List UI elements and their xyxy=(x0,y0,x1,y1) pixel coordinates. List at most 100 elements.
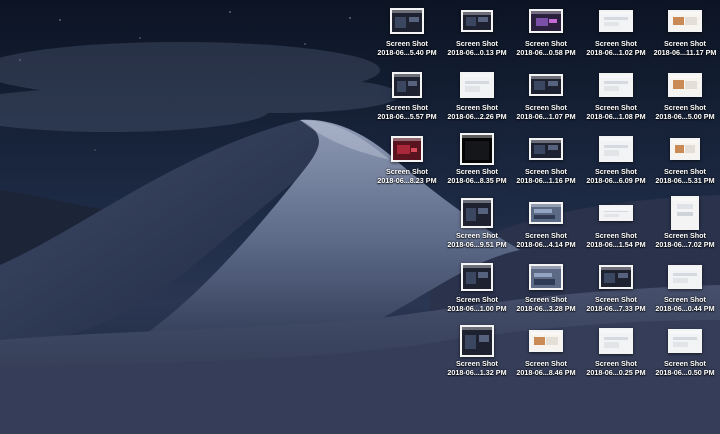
screenshot-thumbnail xyxy=(599,73,633,97)
desktop-file-screenshot[interactable]: Screen Shot 2018-06...5.57 PM xyxy=(371,70,443,130)
file-date-label: 2018-06...5.00 PM xyxy=(655,112,715,121)
desktop-file-screenshot[interactable]: Screen Shot 2018-06...7.33 PM xyxy=(580,262,652,322)
thumbnail-content-block xyxy=(604,21,619,27)
screenshot-thumbnail xyxy=(392,72,422,98)
file-name-label: Screen Shot xyxy=(664,103,706,112)
file-date-label: 2018-06...1.07 PM xyxy=(516,112,576,121)
thumbnail-content-block xyxy=(465,207,476,221)
thumbnail-content-block xyxy=(547,81,558,86)
file-date-label: 2018-06...7.33 PM xyxy=(586,304,646,313)
thumbnail-titlebar xyxy=(601,207,631,210)
thumbnail-content-block xyxy=(676,211,694,216)
desktop-file-screenshot[interactable]: Screen Shot 2018-06...1.54 PM xyxy=(580,198,652,258)
file-date-label: 2018-06...8.23 PM xyxy=(377,176,437,185)
desktop-file-screenshot[interactable]: Screen Shot 2018-06...3.28 PM xyxy=(510,262,582,322)
thumbnail-content-block xyxy=(478,335,489,343)
thumbnail-content-block xyxy=(685,145,696,153)
thumbnail-content-block xyxy=(673,80,684,89)
desktop-file-screenshot[interactable]: Screen Shot 2018-06...1.00 PM xyxy=(441,262,513,322)
thumbnail-content-block xyxy=(604,210,628,213)
thumbnail-content-block xyxy=(408,80,418,87)
desktop-file-screenshot[interactable]: Screen Shot 2018-06...8.35 PM xyxy=(441,133,513,194)
thumbnail-content-block xyxy=(685,17,697,25)
desktop-file-screenshot[interactable]: Screen Shot 2018-06...1.08 PM xyxy=(580,70,652,130)
thumbnail-content-block xyxy=(534,214,555,220)
thumbnail-container xyxy=(649,134,720,164)
file-date-label: 2018-06...0.44 PM xyxy=(655,304,715,313)
desktop-file-screenshot[interactable]: Screen Shot 2018-06...0.58 PM xyxy=(510,6,582,66)
file-name-label: Screen Shot xyxy=(595,167,637,176)
desktop-file-screenshot[interactable]: Screen Shot 2018-06...9.51 PM xyxy=(441,198,513,258)
thumbnail-container xyxy=(510,134,582,164)
thumbnail-content-block xyxy=(673,342,688,347)
screenshot-thumbnail xyxy=(460,72,494,98)
file-date-label: 2018-06...8.35 PM xyxy=(447,176,507,185)
thumbnail-content-block xyxy=(534,336,545,345)
thumbnail-content-block xyxy=(617,273,628,278)
file-date-label: 2018-06...5.40 PM xyxy=(377,48,437,57)
file-name-label: Screen Shot xyxy=(386,167,428,176)
desktop-file-screenshot[interactable]: Screen Shot 2018-06...0.25 PM xyxy=(580,326,652,386)
thumbnail-content-block xyxy=(547,145,558,150)
thumbnail-titlebar xyxy=(601,330,631,333)
thumbnail-content-block xyxy=(465,86,480,92)
desktop-file-screenshot[interactable]: Screen Shot 2018-06...1.16 PM xyxy=(510,134,582,194)
desktop-file-screenshot[interactable]: Screen Shot 2018-06...1.02 PM xyxy=(580,6,652,66)
desktop-file-screenshot[interactable]: Screen Shot 2018-06...4.14 PM xyxy=(510,198,582,258)
thumbnail-titlebar xyxy=(393,138,421,141)
thumbnail-container xyxy=(510,262,582,292)
thumbnail-content-block xyxy=(604,17,628,21)
desktop-file-screenshot[interactable]: Screen Shot 2018-06...1.32 PM xyxy=(441,325,513,386)
thumbnail-container xyxy=(371,134,443,164)
desktop-file-screenshot[interactable]: Screen Shot 2018-06...11.17 PM xyxy=(649,6,720,66)
screenshot-thumbnail xyxy=(668,10,702,32)
thumbnail-container xyxy=(580,6,652,36)
screenshot-thumbnail xyxy=(460,325,494,357)
file-name-label: Screen Shot xyxy=(664,167,706,176)
screenshot-thumbnail xyxy=(529,74,563,96)
screenshot-thumbnail xyxy=(461,198,493,228)
file-name-label: Screen Shot xyxy=(386,103,428,112)
file-date-label: 2018-06...9.51 PM xyxy=(447,240,507,249)
desktop-file-screenshot[interactable]: Screen Shot 2018-06...5.00 PM xyxy=(649,70,720,130)
desktop-file-screenshot[interactable]: Screen Shot 2018-06...8.46 PM xyxy=(510,326,582,386)
desktop-file-screenshot[interactable]: Screen Shot 2018-06...2.26 PM xyxy=(441,70,513,130)
screenshot-thumbnail xyxy=(670,138,700,160)
thumbnail-titlebar xyxy=(463,12,491,15)
desktop-file-screenshot[interactable]: Screen Shot 2018-06...7.02 PM xyxy=(649,196,720,258)
file-date-label: 2018-06...0.58 PM xyxy=(516,48,576,57)
desktop-file-screenshot[interactable]: Screen Shot 2018-06...5.40 PM xyxy=(371,6,443,66)
thumbnail-container xyxy=(441,262,513,292)
thumbnail-content-block xyxy=(673,337,697,340)
file-date-label: 2018-06...11.17 PM xyxy=(653,48,717,57)
thumbnail-titlebar xyxy=(601,267,631,270)
desktop-file-screenshot[interactable]: Screen Shot 2018-06...5.31 PM xyxy=(649,134,720,194)
desktop-file-screenshot[interactable]: Screen Shot 2018-06...6.09 PM xyxy=(580,134,652,194)
thumbnail-content-block xyxy=(673,278,688,283)
desktop-file-screenshot[interactable]: Screen Shot 2018-06...0.50 PM xyxy=(649,326,720,386)
file-date-label: 2018-06...8.46 PM xyxy=(516,368,576,377)
desktop-file-screenshot[interactable]: Screen Shot 2018-06...0.13 PM xyxy=(441,6,513,66)
thumbnail-content-block xyxy=(604,342,619,348)
thumbnail-titlebar xyxy=(672,140,698,143)
screenshot-thumbnail xyxy=(668,265,702,289)
screenshot-thumbnail xyxy=(668,73,702,97)
file-date-label: 2018-06...0.13 PM xyxy=(447,48,507,57)
thumbnail-content-block xyxy=(549,19,557,23)
thumbnail-container xyxy=(580,70,652,100)
thumbnail-titlebar xyxy=(462,327,492,330)
desktop-file-screenshot[interactable]: Screen Shot 2018-06...1.07 PM xyxy=(510,70,582,130)
thumbnail-content-block xyxy=(604,150,619,156)
thumbnail-content-block xyxy=(604,81,628,84)
thumbnail-content-block xyxy=(397,144,410,155)
file-name-label: Screen Shot xyxy=(664,295,706,304)
file-date-label: 2018-06...1.32 PM xyxy=(447,368,507,377)
thumbnail-content-block xyxy=(534,272,552,277)
desktop-file-screenshot[interactable]: Screen Shot 2018-06...0.44 PM xyxy=(649,262,720,322)
file-name-label: Screen Shot xyxy=(595,39,637,48)
thumbnail-container xyxy=(580,262,652,292)
desktop-file-screenshot[interactable]: Screen Shot 2018-06...8.23 PM xyxy=(371,134,443,194)
thumbnail-content-block xyxy=(465,80,489,84)
screenshot-thumbnail xyxy=(599,328,633,354)
thumbnail-content-block xyxy=(604,86,619,91)
